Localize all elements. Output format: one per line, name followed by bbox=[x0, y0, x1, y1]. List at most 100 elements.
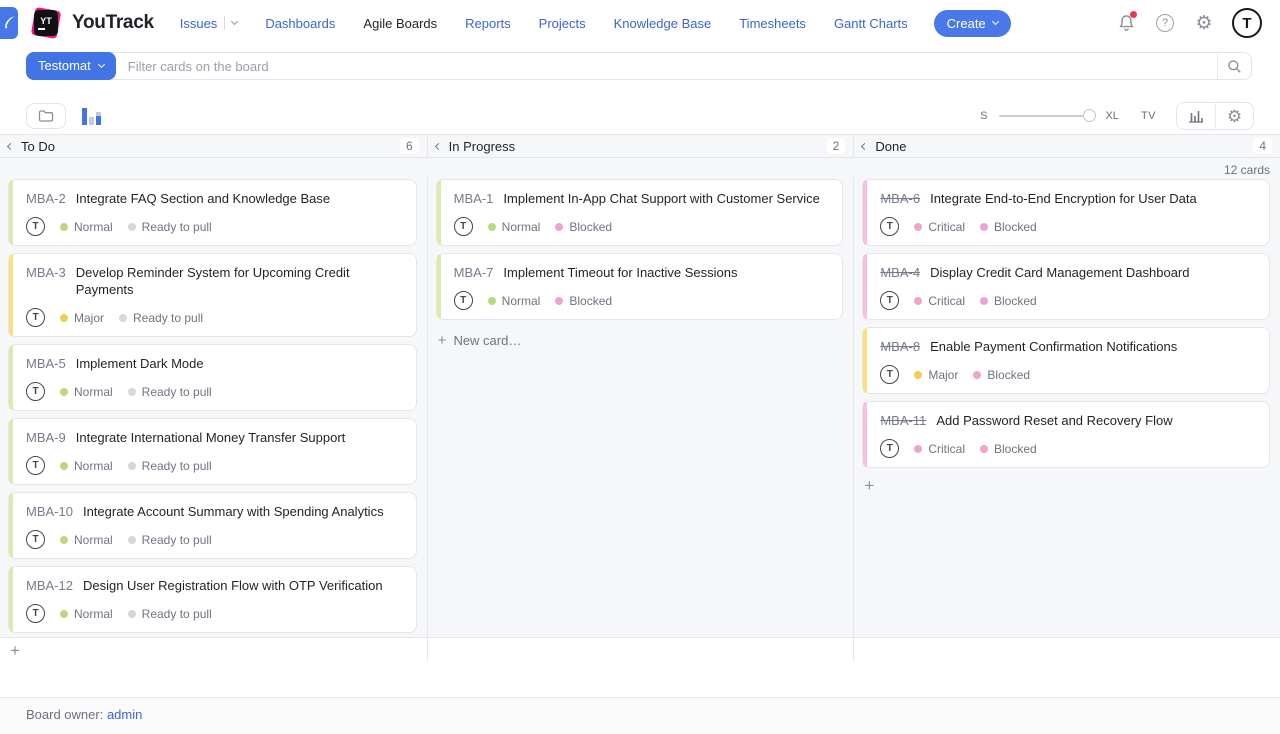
state-field[interactable]: Ready to pull bbox=[128, 533, 212, 547]
card-id[interactable]: MBA-11 bbox=[880, 412, 926, 429]
assignee-avatar[interactable]: T bbox=[26, 530, 45, 549]
card-title[interactable]: Implement In-App Chat Support with Custo… bbox=[503, 190, 819, 207]
card-title[interactable]: Integrate End-to-End Encryption for User… bbox=[930, 190, 1197, 207]
board-card[interactable]: MBA-10 Integrate Account Summary with Spe… bbox=[8, 492, 417, 559]
help-button[interactable]: ? bbox=[1154, 12, 1176, 34]
assignee-avatar[interactable]: T bbox=[880, 439, 899, 458]
state-field[interactable]: Ready to pull bbox=[128, 220, 212, 234]
card-id[interactable]: MBA-9 bbox=[26, 429, 66, 446]
saved-boards-button[interactable] bbox=[26, 103, 66, 129]
board-card[interactable]: MBA-9Integrate International Money Trans… bbox=[8, 418, 417, 485]
nav-item-gantt-charts[interactable]: Gantt Charts bbox=[834, 16, 908, 31]
state-field[interactable]: Ready to pull bbox=[128, 607, 212, 621]
nav-item-dashboards[interactable]: Dashboards bbox=[265, 16, 335, 31]
user-avatar[interactable]: T bbox=[1232, 8, 1262, 38]
assignee-avatar[interactable]: T bbox=[880, 365, 899, 384]
card-id[interactable]: MBA-8 bbox=[880, 338, 920, 355]
board-card[interactable]: MBA-3 Develop Reminder System for Upcomin… bbox=[8, 253, 417, 337]
collapse-column-icon[interactable] bbox=[7, 142, 14, 149]
card-title[interactable]: Implement Dark Mode bbox=[76, 355, 204, 372]
priority-field[interactable]: Normal bbox=[60, 533, 113, 547]
card-id[interactable]: MBA-1 bbox=[454, 190, 494, 207]
chevron-down-icon[interactable] bbox=[231, 18, 238, 25]
board-card[interactable]: MBA-2 Integrate FAQ Section and Knowledge… bbox=[8, 179, 417, 246]
collapse-column-icon[interactable] bbox=[861, 142, 868, 149]
create-button[interactable]: Create bbox=[934, 10, 1011, 37]
card-title[interactable]: Design User Registration Flow with OTP V… bbox=[83, 577, 383, 594]
board-card[interactable]: MBA-6 Integrate End-to-End Encryption for… bbox=[862, 179, 1270, 246]
state-field[interactable]: Blocked bbox=[980, 220, 1037, 234]
card-title[interactable]: Enable Payment Confirmation Notification… bbox=[930, 338, 1177, 355]
filter-input[interactable] bbox=[116, 59, 1217, 74]
nav-item-reports[interactable]: Reports bbox=[465, 16, 511, 31]
add-card-button[interactable]: + bbox=[854, 475, 884, 494]
card-id[interactable]: MBA-3 bbox=[26, 264, 66, 281]
board-card[interactable]: MBA-7 Implement Timeout for Inactive Sess… bbox=[436, 253, 844, 320]
priority-field[interactable]: Major bbox=[60, 311, 104, 325]
state-field[interactable]: Blocked bbox=[973, 368, 1030, 382]
assignee-avatar[interactable]: T bbox=[26, 382, 45, 401]
state-field[interactable]: Ready to pull bbox=[119, 311, 203, 325]
add-card-button[interactable]: + bbox=[0, 640, 30, 659]
card-title[interactable]: Integrate FAQ Section and Knowledge Base bbox=[76, 190, 330, 207]
state-field[interactable]: Blocked bbox=[555, 294, 612, 308]
priority-field[interactable]: Normal bbox=[60, 220, 113, 234]
board-card[interactable]: MBA-12Design User Registration Flow with… bbox=[8, 566, 417, 633]
settings-button[interactable]: ⚙ bbox=[1193, 12, 1215, 34]
priority-field[interactable]: Critical bbox=[914, 294, 965, 308]
card-id[interactable]: MBA-7 bbox=[454, 264, 494, 281]
notifications-button[interactable] bbox=[1115, 12, 1137, 34]
board-owner-link[interactable]: admin bbox=[107, 707, 142, 722]
assignee-avatar[interactable]: T bbox=[880, 291, 899, 310]
board-card[interactable]: MBA-1 Implement In-App Chat Support with … bbox=[436, 179, 844, 246]
priority-field[interactable]: Normal bbox=[488, 294, 541, 308]
slider-knob[interactable] bbox=[1083, 109, 1096, 122]
board-card[interactable]: MBA-8 Enable Payment Confirmation Notific… bbox=[862, 327, 1270, 394]
assignee-avatar[interactable]: T bbox=[880, 217, 899, 236]
board-settings-button[interactable]: ⚙ bbox=[1215, 103, 1253, 129]
column-name[interactable]: In Progress bbox=[449, 139, 515, 154]
card-id[interactable]: MBA-2 bbox=[26, 190, 66, 207]
state-field[interactable]: Ready to pull bbox=[128, 459, 212, 473]
youtrack-logo-icon[interactable]: YT bbox=[32, 8, 62, 38]
state-field[interactable]: Ready to pull bbox=[128, 385, 212, 399]
nav-item-timesheets[interactable]: Timesheets bbox=[739, 16, 806, 31]
board-card[interactable]: MBA-11 Add Password Reset and Recovery Fl… bbox=[862, 401, 1270, 468]
assignee-avatar[interactable]: T bbox=[26, 217, 45, 236]
assignee-avatar[interactable]: T bbox=[454, 217, 473, 236]
nav-item-knowledge-base[interactable]: Knowledge Base bbox=[614, 16, 712, 31]
card-title[interactable]: Add Password Reset and Recovery Flow bbox=[936, 412, 1172, 429]
priority-field[interactable]: Normal bbox=[60, 385, 113, 399]
priority-field[interactable]: Normal bbox=[60, 607, 113, 621]
board-card[interactable]: MBA-5 Implement Dark Mode T Normal Ready to … bbox=[8, 344, 417, 411]
chart-view-toggle[interactable] bbox=[82, 107, 101, 125]
nav-item-issues[interactable]: Issues bbox=[180, 16, 238, 31]
column-name[interactable]: To Do bbox=[21, 139, 55, 154]
assignee-avatar[interactable]: T bbox=[26, 456, 45, 475]
card-title[interactable]: Integrate Account Summary with Spending … bbox=[83, 503, 384, 520]
nav-item-projects[interactable]: Projects bbox=[539, 16, 586, 31]
project-selector-button[interactable]: Testomat bbox=[26, 52, 116, 80]
nav-item-agile-boards[interactable]: Agile Boards bbox=[363, 16, 437, 31]
card-title[interactable]: Implement Timeout for Inactive Sessions bbox=[503, 264, 737, 281]
priority-field[interactable]: Critical bbox=[914, 442, 965, 456]
column-name[interactable]: Done bbox=[875, 139, 906, 154]
priority-field[interactable]: Critical bbox=[914, 220, 965, 234]
new-card-button[interactable]: +New card… bbox=[428, 327, 854, 348]
tv-mode-button[interactable]: TV bbox=[1141, 110, 1156, 122]
card-id[interactable]: MBA-5 bbox=[26, 355, 66, 372]
card-id[interactable]: MBA-4 bbox=[880, 264, 920, 281]
card-id[interactable]: MBA-10 bbox=[26, 503, 73, 520]
board-card[interactable]: MBA-4Display Credit Card Management Dash… bbox=[862, 253, 1270, 320]
card-id[interactable]: MBA-6 bbox=[880, 190, 920, 207]
state-field[interactable]: Blocked bbox=[980, 442, 1037, 456]
state-field[interactable]: Blocked bbox=[555, 220, 612, 234]
card-size-slider[interactable] bbox=[999, 109, 1089, 123]
assignee-avatar[interactable]: T bbox=[26, 308, 45, 327]
card-title[interactable]: Develop Reminder System for Upcoming Cre… bbox=[76, 264, 404, 298]
chart-button[interactable] bbox=[1177, 103, 1215, 129]
priority-field[interactable]: Normal bbox=[60, 459, 113, 473]
priority-field[interactable]: Major bbox=[914, 368, 958, 382]
priority-field[interactable]: Normal bbox=[488, 220, 541, 234]
state-field[interactable]: Blocked bbox=[980, 294, 1037, 308]
